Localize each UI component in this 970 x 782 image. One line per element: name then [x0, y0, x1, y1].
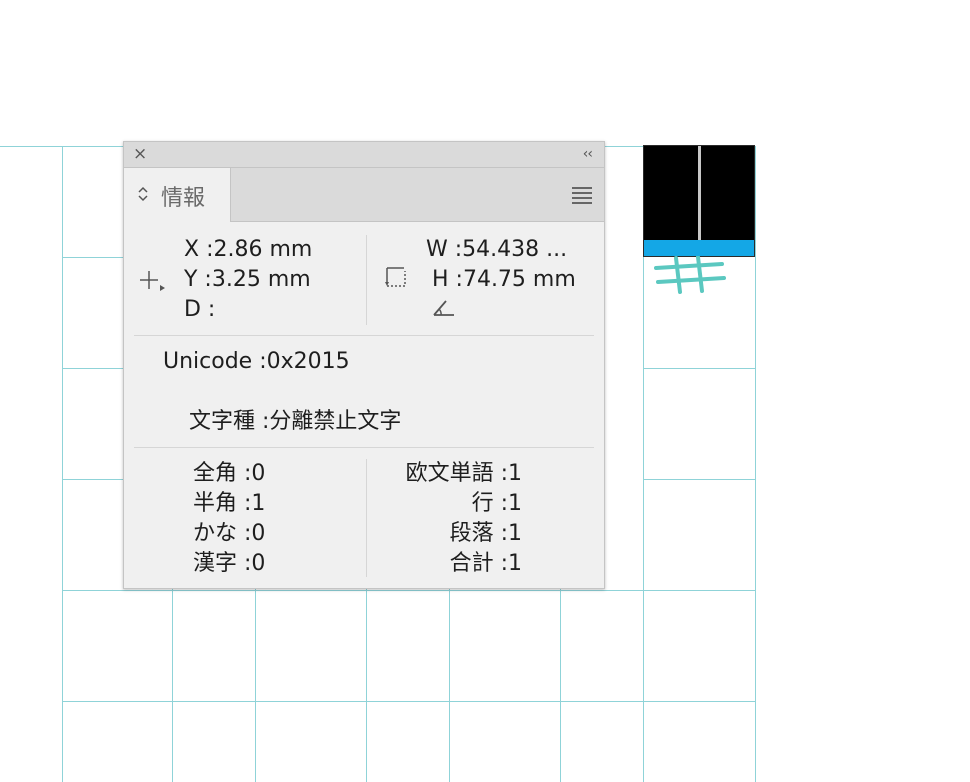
w-value: W :54.438 ... — [426, 237, 568, 262]
y-value: Y :3.25 mm — [184, 267, 311, 292]
angle-icon — [432, 298, 456, 322]
crosshair-icon — [138, 268, 166, 296]
count-kana: かな :0 — [193, 521, 266, 546]
tab-arrows-icon — [138, 186, 148, 202]
close-icon[interactable]: × — [133, 146, 147, 163]
count-words: 欧文単語 :1 — [405, 461, 522, 486]
size-box-icon — [384, 265, 408, 293]
char-type-value: 文字種 :分離禁止文字 — [189, 409, 402, 434]
count-zenkaku: 全角 :0 — [193, 461, 266, 486]
panel-menu-icon[interactable] — [572, 187, 592, 207]
tab-label: 情報 — [161, 186, 206, 211]
count-total: 合計 :1 — [449, 551, 522, 576]
dash-glyph — [698, 146, 701, 242]
tab-info[interactable]: 情報 — [124, 168, 231, 222]
panel-tab-row: 情報 — [124, 168, 604, 222]
unicode-value: Unicode :0x2015 — [163, 349, 350, 374]
count-lines: 行 :1 — [471, 491, 522, 516]
panel-titlebar[interactable]: × ‹‹ — [124, 142, 604, 168]
count-paragraphs: 段落 :1 — [449, 521, 522, 546]
selected-text-frame[interactable] — [643, 145, 755, 257]
collapse-icon[interactable]: ‹‹ — [583, 146, 593, 162]
hash-glyph-mark — [654, 256, 726, 294]
d-value: D : — [184, 297, 216, 322]
x-value: X :2.86 mm — [184, 237, 313, 262]
h-value: H :74.75 mm — [432, 267, 576, 292]
frame-selection-bar — [644, 240, 754, 256]
info-panel: × ‹‹ 情報 X :2.86 mm Y :3.25 mm D : W:54.… — [123, 141, 605, 589]
count-hankaku: 半角 :1 — [193, 491, 266, 516]
count-kanji: 漢字 :0 — [193, 551, 266, 576]
